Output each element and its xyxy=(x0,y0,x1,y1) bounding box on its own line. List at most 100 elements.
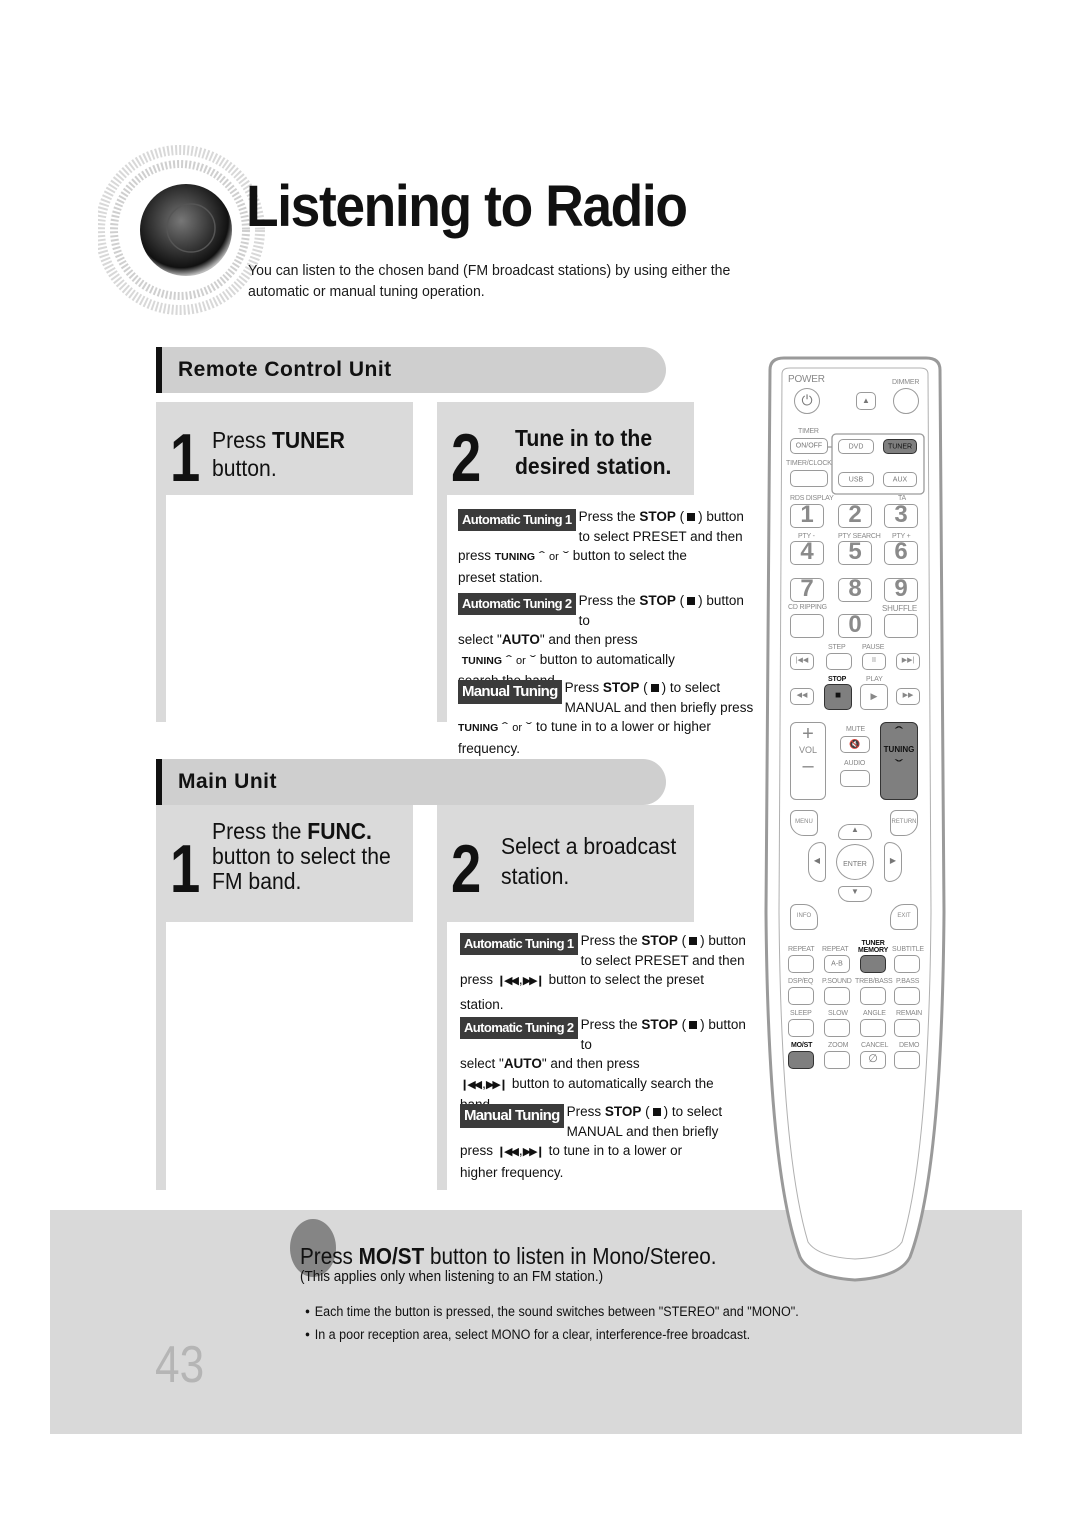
stop-icon xyxy=(689,937,698,946)
shuffle-button[interactable] xyxy=(884,614,918,638)
chevron-down-icon: ˇ xyxy=(894,758,904,775)
cancel-button[interactable]: ∅ xyxy=(860,1051,886,1069)
enter-button[interactable]: ENTER xyxy=(836,844,874,880)
step-instruction: Press the FUNC. button to select the FM ba… xyxy=(212,818,391,894)
digit-1-button[interactable]: 1 xyxy=(790,503,824,528)
plus-icon: + xyxy=(802,723,814,745)
method-manual-tuning: Manual Tuning Press STOP () to select MA… xyxy=(460,1104,723,1180)
label-psound: P.SOUND xyxy=(822,978,852,985)
skip-prev-button[interactable]: |◀◀ xyxy=(790,653,814,670)
volume-rocker[interactable]: + VOL – xyxy=(790,722,826,800)
angle-button[interactable] xyxy=(860,1019,886,1037)
label-pbass: P.BASS xyxy=(896,978,920,985)
label-slow: SLOW xyxy=(828,1010,848,1017)
label-play: PLAY xyxy=(866,676,883,683)
usb-button[interactable]: USB xyxy=(838,472,874,487)
info-button[interactable]: INFO xyxy=(790,904,818,930)
audio-button[interactable] xyxy=(840,770,870,787)
skip-prev-icon: ❙◀◀ xyxy=(496,1146,519,1158)
step-number: 2 xyxy=(451,420,482,496)
mo-st-button[interactable] xyxy=(788,1051,814,1069)
repeat-ab-button[interactable]: A-B xyxy=(824,955,850,973)
chevron-up-icon: ˆ xyxy=(505,652,513,667)
psound-button[interactable] xyxy=(824,987,850,1005)
subtitle-button[interactable] xyxy=(894,955,920,973)
digit-6-button[interactable]: 6 xyxy=(884,540,918,565)
key-func: FUNC. xyxy=(307,818,372,844)
label-demo: DEMO xyxy=(899,1042,920,1049)
label-zoom: ZOOM xyxy=(828,1042,849,1049)
tuner-button[interactable]: TUNER xyxy=(883,439,917,454)
tuning-rocker[interactable]: ˆ TUNING ˇ xyxy=(880,722,918,800)
timer-clock-button[interactable] xyxy=(790,470,828,487)
label-pause: PAUSE xyxy=(862,644,885,651)
nav-down-button[interactable]: ▼ xyxy=(838,886,872,902)
skip-next-button[interactable]: ▶▶| xyxy=(896,653,920,670)
stop-icon: ■ xyxy=(834,690,842,701)
method-auto-tuning-1: Automatic Tuning 1 Press the STOP () but… xyxy=(458,509,744,585)
dsp-eq-button[interactable] xyxy=(788,987,814,1005)
cd-ripping-button[interactable] xyxy=(790,614,824,638)
dvd-button[interactable]: DVD xyxy=(838,439,874,454)
nav-right-button[interactable]: ▶ xyxy=(884,842,902,882)
digit-2-button[interactable]: 2 xyxy=(838,503,872,528)
label-power: POWER xyxy=(788,374,825,385)
exit-button[interactable]: EXIT xyxy=(890,904,918,930)
aux-button[interactable]: AUX xyxy=(883,472,917,487)
digit-0-button[interactable]: 0 xyxy=(838,613,872,638)
skip-next-icon: ▶▶❙ xyxy=(522,975,545,987)
fast-forward-button[interactable]: ▶▶ xyxy=(896,688,920,705)
repeat-button[interactable] xyxy=(788,955,814,973)
page-number: 43 xyxy=(155,1336,205,1394)
label-dimmer: DIMMER xyxy=(892,379,920,386)
stop-button[interactable]: ■ xyxy=(824,684,852,710)
nav-up-button[interactable]: ▲ xyxy=(838,824,872,840)
step-button[interactable] xyxy=(826,653,852,670)
digit-9-button[interactable]: 9 xyxy=(884,577,918,602)
note-subtitle: (This applies only when listening to an … xyxy=(300,1268,604,1285)
pbass-button[interactable] xyxy=(894,987,920,1005)
rewind-button[interactable]: ◀◀ xyxy=(790,688,814,705)
remain-button[interactable] xyxy=(894,1019,920,1037)
note-title: Press MO/ST button to listen in Mono/Ste… xyxy=(300,1243,717,1269)
power-button[interactable]: ⏻ xyxy=(794,388,820,414)
label-mute: MUTE xyxy=(846,726,866,733)
nav-left-button[interactable]: ◀ xyxy=(808,842,826,882)
intro-text: You can listen to the chosen band (FM br… xyxy=(248,262,731,300)
digit-8-button[interactable]: 8 xyxy=(838,577,872,602)
mute-button[interactable]: 🔇 xyxy=(840,736,870,753)
tuner-memory-button[interactable] xyxy=(860,955,886,973)
stop-icon xyxy=(650,684,659,693)
timer-onoff-button[interactable]: ON/OFF xyxy=(790,438,828,454)
chevron-down-icon: ˇ xyxy=(525,720,533,734)
zoom-button[interactable] xyxy=(824,1051,850,1069)
label-timer: TIMER xyxy=(798,428,819,435)
dimmer-button[interactable] xyxy=(893,388,919,414)
step-number: 2 xyxy=(451,831,482,907)
digit-3-button[interactable]: 3 xyxy=(884,503,918,528)
digit-7-button[interactable]: 7 xyxy=(790,577,824,602)
method-tag: Automatic Tuning 2 xyxy=(460,1017,578,1039)
method-auto-tuning-2: Automatic Tuning 2 Press the STOP () but… xyxy=(460,1017,746,1112)
bullet-item: In a poor reception area, select MONO fo… xyxy=(305,1323,799,1346)
play-button[interactable]: ▶ xyxy=(860,684,888,710)
skip-prev-icon: ❙◀◀ xyxy=(496,975,519,987)
chevron-down-icon: ˇ xyxy=(562,549,569,563)
minus-icon: – xyxy=(802,755,814,777)
digit-5-button[interactable]: 5 xyxy=(838,540,872,565)
sleep-button[interactable] xyxy=(788,1019,814,1037)
stop-icon xyxy=(689,1021,698,1030)
remote-control-illustration: POWER DIMMER ⏻ ▲ TIMER ON/OFF DVD TUNER … xyxy=(760,352,950,1292)
label-cancel: CANCEL xyxy=(861,1042,889,1049)
open-close-button[interactable]: ▲ xyxy=(856,392,876,410)
treb-bass-button[interactable] xyxy=(860,987,886,1005)
digit-4-button[interactable]: 4 xyxy=(790,540,824,565)
section-heading: Remote Control Unit xyxy=(178,358,392,381)
demo-button[interactable] xyxy=(894,1051,920,1069)
pause-button[interactable]: II xyxy=(862,653,886,670)
menu-button[interactable]: MENU xyxy=(790,810,818,836)
skip-prev-icon: ❙◀◀ xyxy=(460,1078,482,1091)
slow-button[interactable] xyxy=(824,1019,850,1037)
method-tag: Automatic Tuning 1 xyxy=(458,509,576,531)
label-angle: ANGLE xyxy=(863,1010,886,1017)
